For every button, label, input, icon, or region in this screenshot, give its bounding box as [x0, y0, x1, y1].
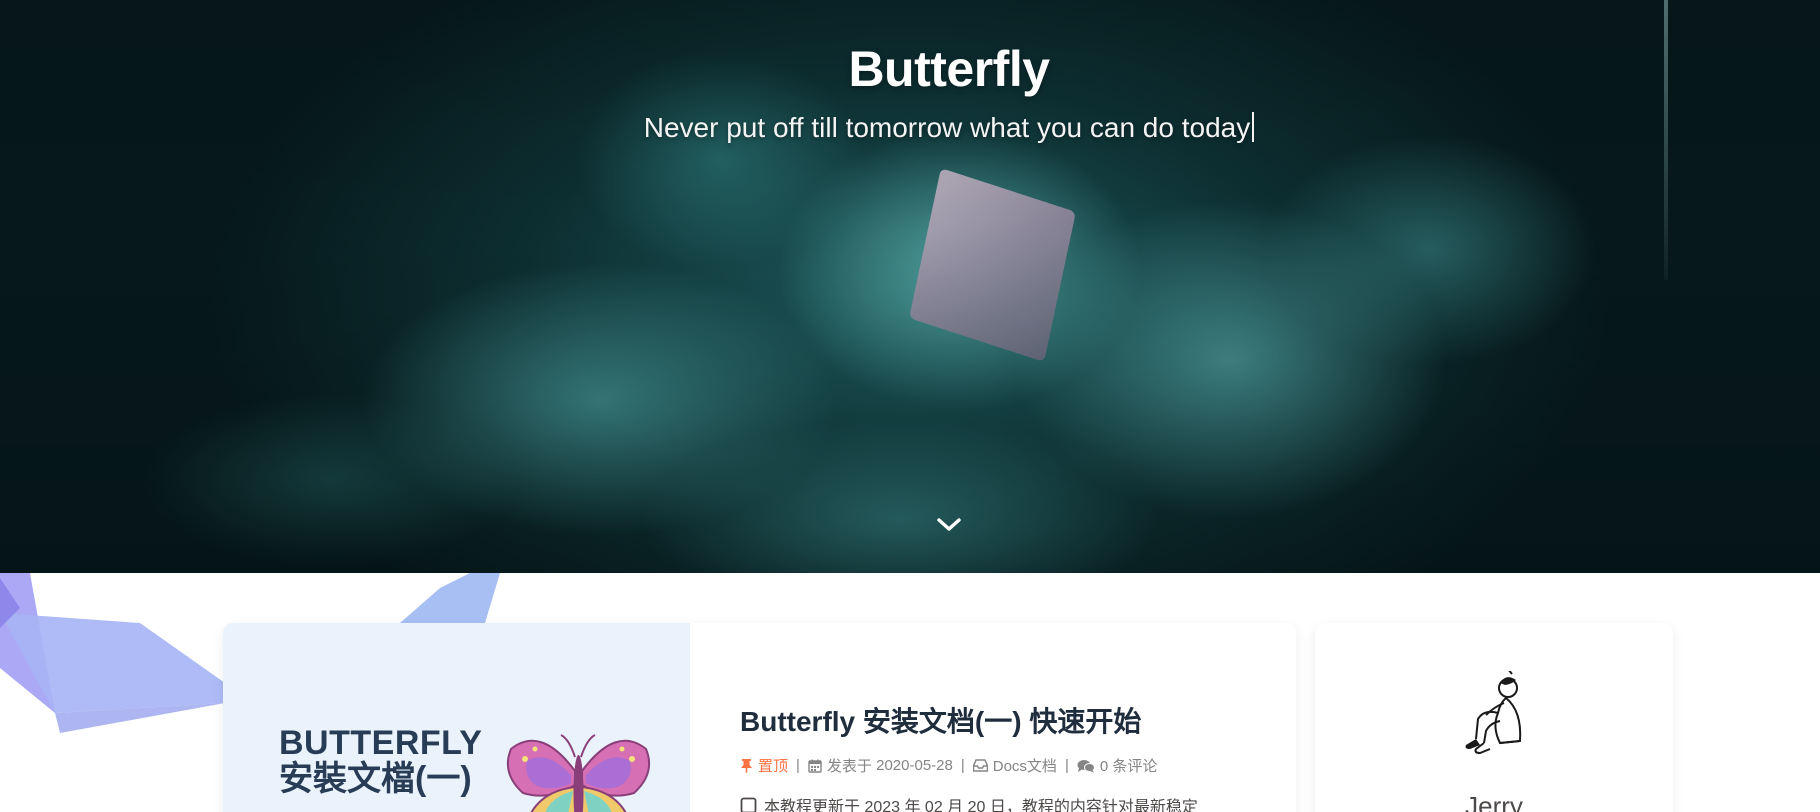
post-meta: 置顶 | 发表于 2020-05-28 | Docs文档 | 0 条评论	[740, 755, 1157, 776]
butterfly-illustration	[507, 734, 650, 812]
post-comments-link[interactable]: 0 条评论	[1077, 755, 1158, 776]
site-title: Butterfly	[848, 41, 1050, 97]
typing-caret	[1252, 112, 1255, 142]
author-name: Jerry	[1465, 791, 1523, 812]
site-subtitle-text: Never put off till tomorrow what you can…	[643, 112, 1251, 143]
site-subtitle: Never put off till tomorrow what you can…	[0, 112, 1820, 144]
excerpt-text: 本教程更新于 2023 年 02 月 20 日，教程的内容针对最新稳定	[764, 799, 1198, 812]
post-excerpt: 本教程更新于 2023 年 02 月 20 日，教程的内容针对最新稳定	[740, 793, 1198, 812]
cover-text: BUTTERFLY 安裝文檔(一)	[279, 725, 482, 797]
post-category-link[interactable]: Docs文档	[972, 755, 1057, 776]
cover-title-line1: BUTTERFLY	[279, 724, 483, 762]
date-label: 发表于	[826, 758, 872, 775]
category-label: Docs文档	[992, 758, 1057, 775]
scroll-down-button[interactable]	[934, 510, 964, 540]
sticky-label: 置顶	[758, 758, 789, 775]
avatar[interactable]	[1456, 671, 1532, 757]
post-title-link[interactable]: Butterfly 安装文档(一) 快速开始	[740, 700, 1141, 740]
author-info-card: Jerry	[1315, 623, 1673, 812]
calendar-icon	[808, 759, 822, 773]
checkbox-icon	[740, 797, 757, 812]
thumbtack-icon	[741, 759, 752, 773]
hero-banner: Butterfly Never put off till tomorrow wh…	[0, 0, 1820, 573]
post-date: 发表于 2020-05-28	[808, 755, 953, 776]
meta-separator: |	[960, 757, 965, 774]
comments-icon	[1077, 759, 1095, 773]
inbox-icon	[972, 759, 988, 772]
cover-title-line2: 安裝文檔(一)	[279, 760, 472, 799]
date-value: 2020-05-28	[876, 757, 953, 774]
meta-separator: |	[1064, 757, 1069, 774]
meta-separator: |	[796, 757, 800, 774]
sticky-badge: 置顶	[740, 755, 788, 776]
chevron-down-icon	[937, 518, 961, 531]
post-card: BUTTERFLY 安裝文檔(一) Butterfly 安装文档(一) 快速开始…	[223, 623, 1296, 812]
post-cover[interactable]: BUTTERFLY 安裝文檔(一)	[223, 623, 690, 812]
comments-count: 0 条评论	[1099, 758, 1158, 775]
post-info: Butterfly 安装文档(一) 快速开始 置顶 | 发表于 2020-05-…	[740, 623, 1296, 812]
